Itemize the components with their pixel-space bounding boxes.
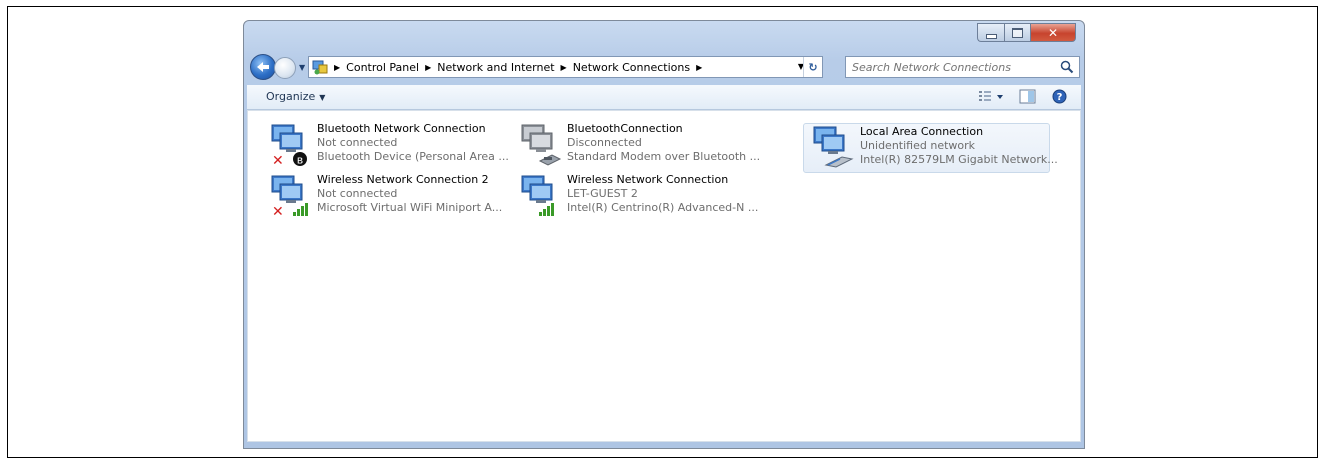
- wireless-adapter-icon: ✕: [271, 175, 308, 220]
- back-arrow-icon: [257, 62, 269, 72]
- minimize-icon: [985, 33, 997, 39]
- recent-pages-button[interactable]: ▼: [299, 63, 305, 72]
- forward-button[interactable]: [274, 57, 296, 79]
- organize-label: Organize: [266, 90, 316, 103]
- connection-text: Bluetooth Network Connection Not connect…: [317, 122, 509, 164]
- control-panel-icon: [312, 59, 328, 75]
- network-adapter-icon: ✕ ʙ: [271, 124, 307, 169]
- connections-list: ✕ ʙ Bluetooth Network Connection Not con…: [247, 110, 1081, 442]
- connection-status: Disconnected: [567, 136, 642, 149]
- search-box[interactable]: [845, 56, 1080, 78]
- network-adapter-disabled-icon: [521, 124, 562, 166]
- maximize-button[interactable]: [1004, 23, 1030, 42]
- connection-name: Wireless Network Connection 2: [317, 173, 489, 186]
- preview-pane-button[interactable]: [1019, 89, 1036, 104]
- refresh-icon: ↻: [808, 60, 818, 74]
- search-input[interactable]: [852, 60, 1032, 74]
- svg-text:✕: ✕: [272, 153, 284, 169]
- help-icon: ?: [1052, 89, 1067, 104]
- help-button[interactable]: ?: [1052, 89, 1069, 104]
- breadcrumb-network-and-internet[interactable]: Network and Internet: [437, 61, 554, 74]
- maximize-icon: [1012, 27, 1023, 38]
- caption-buttons: ✕: [977, 23, 1076, 42]
- connection-device: Standard Modem over Bluetooth ...: [567, 150, 761, 163]
- connection-device: Microsoft Virtual WiFi Miniport A...: [317, 201, 503, 214]
- connection-device: Intel(R) 82579LM Gigabit Network...: [860, 153, 1058, 166]
- close-button[interactable]: ✕: [1030, 23, 1076, 42]
- wireless-adapter-icon: [521, 175, 554, 216]
- connection-status: LET-GUEST 2: [567, 187, 638, 200]
- close-icon: ✕: [1047, 25, 1059, 40]
- breadcrumb-separator[interactable]: ▶: [425, 63, 431, 72]
- breadcrumb-separator[interactable]: ▶: [334, 63, 340, 72]
- connection-status: Not connected: [317, 136, 398, 149]
- connection-status: Not connected: [317, 187, 398, 200]
- connection-text: Wireless Network Connection 2 Not connec…: [317, 173, 502, 215]
- svg-text:ʙ: ʙ: [297, 154, 303, 167]
- address-bar[interactable]: ▶ Control Panel ▶ Network and Internet ▶…: [308, 56, 823, 78]
- breadcrumb-separator[interactable]: ▶: [561, 63, 567, 72]
- minimize-button[interactable]: [977, 23, 1004, 42]
- view-list-icon: [979, 91, 1003, 101]
- connection-name: Local Area Connection: [860, 125, 984, 138]
- back-button[interactable]: [250, 54, 276, 80]
- connection-text: BluetoothConnection Disconnected Standar…: [567, 122, 760, 164]
- connection-device: Intel(R) Centrino(R) Advanced-N ...: [567, 201, 759, 214]
- connection-status: Unidentified network: [860, 139, 976, 152]
- connection-text: Local Area Connection Unidentified netwo…: [860, 125, 1058, 167]
- connection-device: Bluetooth Device (Personal Area ...: [317, 150, 509, 163]
- svg-text:✕: ✕: [272, 204, 284, 220]
- network-adapter-icon: [813, 126, 854, 168]
- connection-item-bluetooth-network[interactable]: ✕ ʙ Bluetooth Network Connection Not con…: [266, 122, 509, 172]
- connection-item-wireless[interactable]: Wireless Network Connection LET-GUEST 2 …: [516, 173, 766, 223]
- explorer-window: ✕ ▼ ▶ Control Panel ▶ Network and Intern…: [243, 20, 1085, 449]
- connection-item-wireless-2[interactable]: ✕ Wireless Network Connection 2 Not conn…: [266, 173, 506, 223]
- change-view-button[interactable]: [978, 89, 1003, 104]
- breadcrumb-network-connections[interactable]: Network Connections: [573, 61, 690, 74]
- breadcrumb-control-panel[interactable]: Control Panel: [346, 61, 419, 74]
- search-icon[interactable]: [1060, 60, 1074, 74]
- refresh-button[interactable]: ↻: [803, 57, 822, 77]
- connection-name: Bluetooth Network Connection: [317, 122, 486, 135]
- view-options: ?: [978, 89, 1069, 104]
- navigation-bar: ▼ ▶ Control Panel ▶ Network and Internet…: [250, 54, 1080, 80]
- preview-pane-icon: [1019, 89, 1036, 104]
- chevron-down-icon: ▼: [319, 93, 326, 102]
- svg-text:?: ?: [1057, 92, 1063, 103]
- breadcrumb-separator[interactable]: ▶: [696, 63, 702, 72]
- connection-name: BluetoothConnection: [567, 122, 683, 135]
- command-bar: Organize ▼ ?: [247, 85, 1081, 110]
- organize-menu-button[interactable]: Organize ▼: [266, 90, 325, 103]
- connection-item-local-area[interactable]: Local Area Connection Unidentified netwo…: [803, 123, 1058, 173]
- connection-name: Wireless Network Connection: [567, 173, 729, 186]
- connection-text: Wireless Network Connection LET-GUEST 2 …: [567, 173, 758, 215]
- connection-item-bluetoothconnection[interactable]: BluetoothConnection Disconnected Standar…: [516, 122, 766, 172]
